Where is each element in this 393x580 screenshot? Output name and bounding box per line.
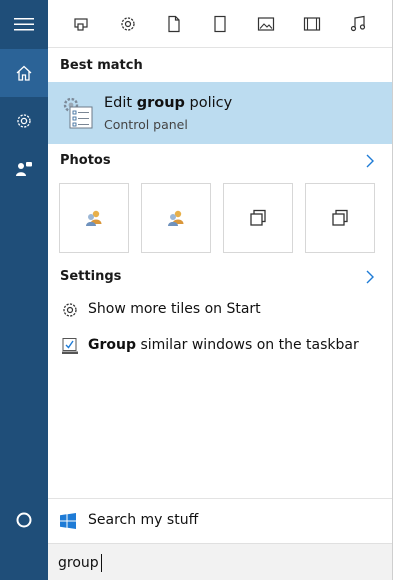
search-box[interactable] [48,543,392,580]
search-input[interactable] [58,552,378,574]
filter-settings-button[interactable] [116,12,140,36]
menu-button[interactable] [0,0,48,48]
search-my-stuff-label: Search my stuff [88,512,199,528]
cortana-circle-icon [16,512,32,528]
user-group-icon [86,210,102,226]
chevron-right-icon[interactable] [364,269,376,285]
user-group-icon [168,210,184,226]
cortana-button[interactable] [0,496,48,544]
gear-icon [60,300,80,320]
hamburger-icon [14,18,34,31]
filter-folders-button[interactable] [208,12,232,36]
search-results-panel: Best match Edit group policy Control pan… [48,0,393,580]
filter-documents-button[interactable] [162,12,186,36]
video-icon [303,17,321,31]
gear-icon [17,114,31,128]
setting-label: Show more tiles on Start [88,301,261,317]
windows-logo-icon [60,513,76,529]
photos-header[interactable]: Photos [60,153,111,168]
taskbar-icon [60,336,80,356]
photo-icon [257,17,275,31]
text-caret [101,554,102,572]
chevron-right-icon[interactable] [364,153,376,169]
window-stack-icon [250,209,266,226]
settings-header[interactable]: Settings [60,269,121,284]
best-match-title: Edit group policy [104,95,233,111]
setting-group-similar-windows[interactable]: Group similar windows on the taskbar [60,334,380,358]
search-my-stuff-button[interactable]: Search my stuff [48,499,392,542]
best-match-result[interactable]: Edit group policy Control panel [48,82,392,144]
settings-button[interactable] [0,97,48,145]
folder-tablet-icon [214,15,226,33]
best-match-header: Best match [60,58,143,73]
filter-apps-button[interactable] [70,12,94,36]
navigation-rail [0,0,48,580]
photo-tile-4[interactable] [305,183,375,253]
window-stack-icon [332,209,348,226]
photo-tile-1[interactable] [59,183,129,253]
filter-bar [48,0,392,48]
setting-show-more-tiles[interactable]: Show more tiles on Start [60,298,380,322]
document-icon [168,15,180,33]
music-icon [350,15,366,32]
feedback-person-icon [16,162,32,176]
photo-tile-2[interactable] [141,183,211,253]
feedback-button[interactable] [0,145,48,193]
home-button[interactable] [0,49,48,97]
filter-photos-button[interactable] [254,12,278,36]
best-match-subtitle: Control panel [104,117,188,132]
home-icon [16,65,32,81]
settings-gear-icon [121,17,135,31]
filter-music-button[interactable] [346,12,370,36]
photo-tile-3[interactable] [223,183,293,253]
setting-label: Group similar windows on the taskbar [88,337,359,353]
apps-icon [74,18,88,31]
group-policy-icon [63,97,93,129]
filter-videos-button[interactable] [300,12,324,36]
